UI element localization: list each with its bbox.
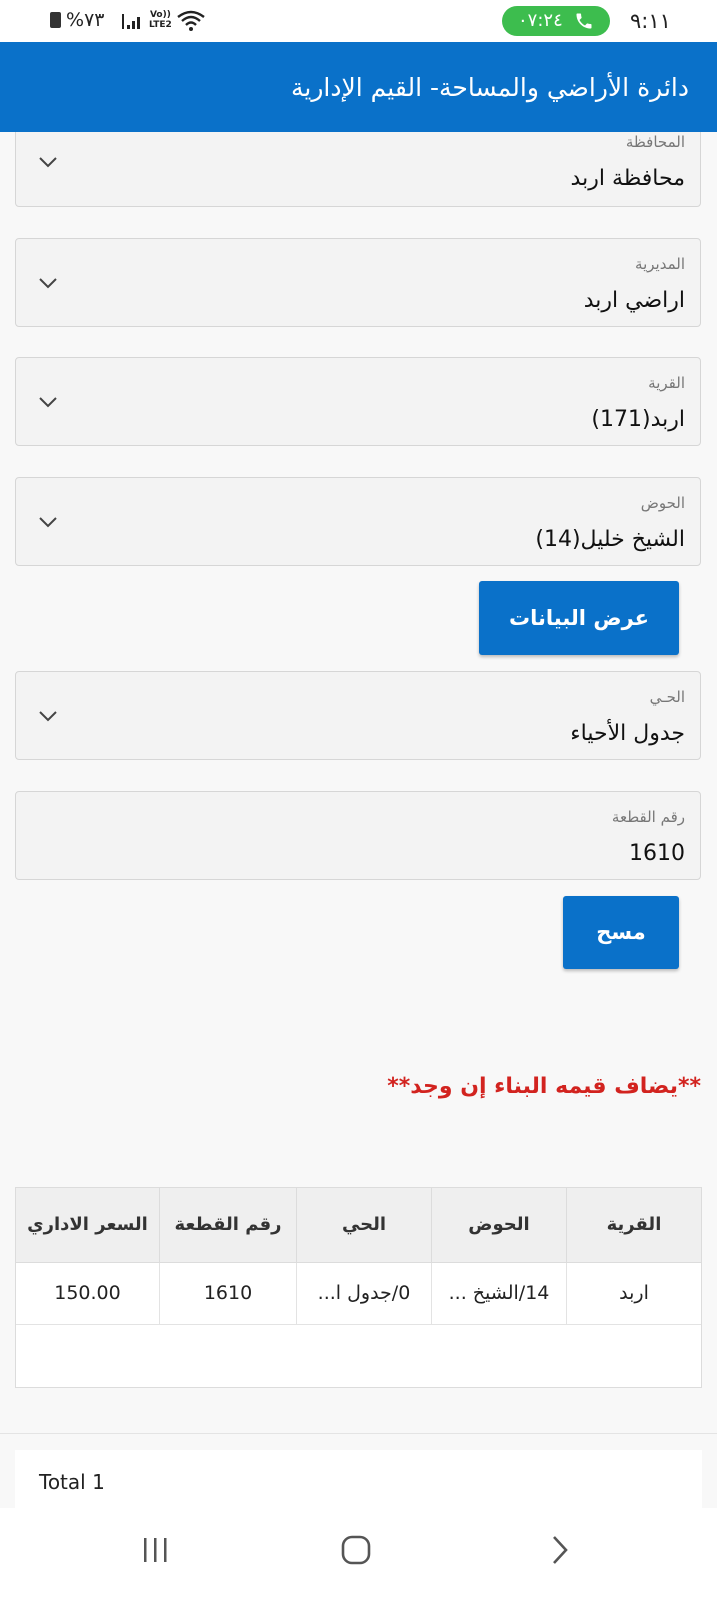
basin-value: الشيخ خليل(14) [535, 527, 685, 552]
ongoing-call-pill[interactable]: ٠٧:٢٤ [502, 6, 610, 36]
village-label: القرية [648, 374, 685, 392]
header-basin: الحوض [431, 1188, 566, 1262]
chevron-down-icon [39, 278, 57, 289]
clear-button[interactable]: مسح [563, 896, 679, 969]
cell-parcel: 1610 [159, 1263, 296, 1324]
cell-basin: 14/الشيخ ... [431, 1263, 566, 1324]
table-row[interactable]: اربد 14/الشيخ ... 0/جدول ا... 1610 150.0… [16, 1263, 701, 1325]
battery-icon [50, 12, 61, 28]
header-village: القرية [566, 1188, 701, 1262]
village-value: اربد(171) [591, 407, 685, 432]
basin-label: الحوض [640, 494, 685, 512]
signal-icon [122, 14, 140, 29]
status-bar: %٧٣ Vo)) LTE2 ٠٧:٢٤ ٩:١١ [0, 0, 717, 42]
call-duration: ٠٧:٢٤ [518, 10, 563, 31]
building-value-note: **يضاف قيمه البناء إن وجد** [387, 1074, 701, 1099]
total-bar: Total 1 [15, 1450, 702, 1510]
back-icon[interactable] [544, 1534, 576, 1566]
header-parcel: رقم القطعة [159, 1188, 296, 1262]
village-select[interactable]: القرية اربد(171) [15, 357, 701, 446]
parcel-label: رقم القطعة [611, 808, 685, 826]
system-nav-bar [0, 1508, 717, 1600]
divider [0, 1433, 717, 1434]
cell-village: اربد [566, 1263, 701, 1324]
phone-icon [576, 13, 592, 29]
cell-district: 0/جدول ا... [296, 1263, 431, 1324]
parcel-number-input[interactable]: رقم القطعة 1610 [15, 791, 701, 880]
directorate-label: المديرية [635, 255, 685, 273]
clock: ٩:١١ [630, 9, 671, 33]
chevron-down-icon [39, 517, 57, 528]
header-district: الحي [296, 1188, 431, 1262]
battery-level: %٧٣ [66, 9, 105, 31]
recent-apps-icon[interactable] [140, 1534, 172, 1566]
app-bar-overlay: دائرة الأراضي والمساحة- القيم الإدارية [0, 42, 717, 132]
governorate-label: المحافظة [625, 133, 685, 151]
directorate-value: اراضي اربد [583, 288, 685, 313]
chevron-down-icon [39, 711, 57, 722]
governorate-value: محافظة اربد [570, 166, 685, 191]
table-header: القرية الحوض الحي رقم القطعة السعر الادا… [16, 1188, 701, 1263]
network-type: Vo)) LTE2 [149, 10, 172, 30]
chevron-down-icon [39, 397, 57, 408]
cell-price: 150.00 [54, 1282, 121, 1304]
results-table: القرية الحوض الحي رقم القطعة السعر الادا… [15, 1187, 702, 1388]
directorate-select[interactable]: المديرية اراضي اربد [15, 238, 701, 327]
page-title-overlay: دائرة الأراضي والمساحة- القيم الإدارية [291, 73, 689, 102]
wifi-icon [177, 10, 205, 31]
show-data-button[interactable]: عرض البيانات [479, 581, 679, 655]
header-price: السعر الاداري [27, 1214, 148, 1235]
basin-select[interactable]: الحوض الشيخ خليل(14) [15, 477, 701, 566]
district-select[interactable]: الحـي جدول الأحياء [15, 671, 701, 760]
parcel-value: 1610 [629, 841, 685, 866]
total-count: Total 1 [39, 1470, 105, 1494]
district-value: جدول الأحياء [570, 721, 685, 746]
chevron-down-icon [39, 157, 57, 168]
district-label: الحـي [649, 688, 685, 706]
home-icon[interactable] [340, 1534, 372, 1566]
